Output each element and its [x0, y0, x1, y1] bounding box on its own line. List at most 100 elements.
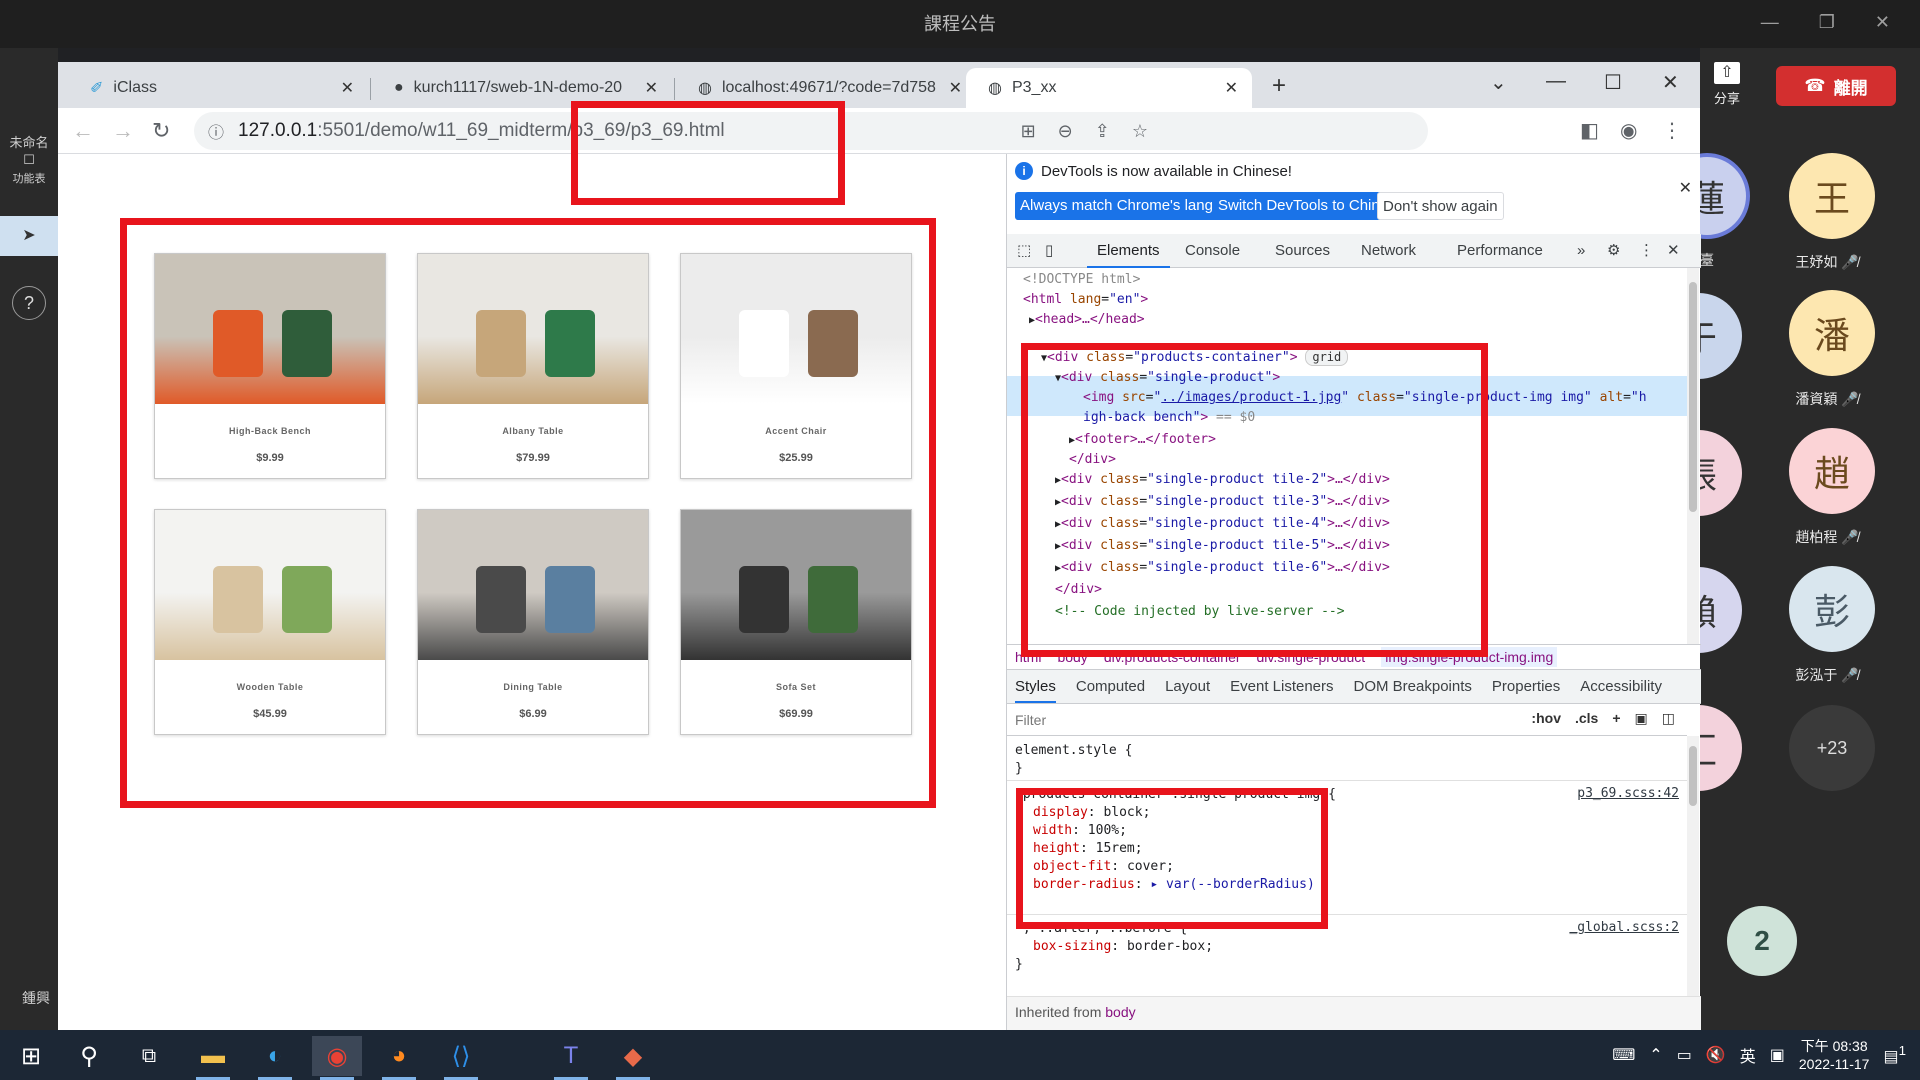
restore-button[interactable]: ❐ — [1819, 12, 1835, 33]
close-infobar-icon[interactable]: ✕ — [1679, 178, 1692, 198]
close-devtools-icon[interactable]: ✕ — [1667, 234, 1680, 268]
participant-name-4: 彭泓于 🎤̸ — [1795, 667, 1859, 683]
side-panel-icon[interactable]: ◧ — [1580, 118, 1599, 143]
cls-toggle[interactable]: .cls — [1575, 710, 1598, 727]
code-html-open[interactable]: <html lang="en"> — [1023, 290, 1148, 310]
avatar-participant-4[interactable]: 彭 — [1789, 566, 1875, 652]
color-format-icon[interactable]: ▣ — [1635, 710, 1648, 727]
participant-name-3: 趙柏程 🎤̸ — [1795, 529, 1859, 545]
dont-show-again-button[interactable]: Don't show again — [1377, 192, 1504, 220]
pointer-tool-icon[interactable]: ➤ — [0, 216, 58, 256]
new-tab-button[interactable]: + — [1272, 72, 1286, 100]
clock[interactable]: 下午 08:38 2022-11-17 — [1799, 1037, 1870, 1073]
vscode-icon[interactable]: ⟨⟩ — [436, 1036, 486, 1080]
tab-performance[interactable]: Performance — [1457, 234, 1543, 268]
toggle-sidebar-icon[interactable]: ◫ — [1662, 710, 1675, 727]
translate-icon[interactable]: ⊞ — [1021, 121, 1036, 142]
styles-scrollbar[interactable] — [1687, 736, 1699, 996]
task-view-icon[interactable]: ⧉ — [124, 1036, 174, 1076]
rail-tool-icon[interactable]: ☐ — [0, 152, 58, 168]
info-icon: i — [1015, 162, 1033, 180]
styles-filter-input[interactable]: Filter — [1015, 712, 1046, 728]
notification-icon[interactable]: ▤1 — [1883, 1043, 1906, 1066]
ime-indicator[interactable]: 英 — [1740, 1043, 1756, 1067]
chrome-icon[interactable]: ◉ — [312, 1036, 362, 1080]
maximize-button[interactable]: ☐ — [1604, 70, 1622, 95]
mic-muted-icon: 🎤̸ — [1841, 254, 1859, 270]
element-style-selector[interactable]: element.style { — [1015, 742, 1132, 760]
close-icon[interactable]: ✕ — [341, 78, 354, 98]
tab-event-listeners[interactable]: Event Listeners — [1230, 678, 1333, 695]
tab-layout[interactable]: Layout — [1165, 678, 1210, 695]
forward-icon[interactable]: → — [112, 118, 134, 144]
keyboard-icon[interactable]: ⌨ — [1612, 1045, 1635, 1065]
share-page-icon[interactable]: ⇪ — [1095, 121, 1110, 142]
leave-button[interactable]: ☎ 離開 — [1776, 66, 1896, 106]
css-property[interactable]: box-sizing: border-box; — [1033, 938, 1213, 956]
omnibox-actions: ⊞ ⊖ ⇪ ☆ — [1021, 112, 1148, 150]
kebab-menu-icon[interactable]: ⋮ — [1662, 118, 1682, 143]
firefox-icon[interactable]: ◕ — [374, 1036, 424, 1080]
tab-network[interactable]: Network — [1361, 234, 1416, 268]
code-head-node[interactable]: ▶<head>…</head> — [1029, 310, 1145, 330]
tab-iclass[interactable]: ✐ iClass ✕ — [68, 68, 368, 108]
teams-icon[interactable]: T — [546, 1036, 596, 1080]
search-icon[interactable]: ⚲ — [64, 1036, 114, 1076]
avatar-participant-2[interactable]: 潘 — [1789, 290, 1875, 376]
global-source-link[interactable]: _global.scss:2 — [1569, 920, 1679, 935]
help-icon[interactable]: ? — [0, 286, 58, 320]
tab-computed[interactable]: Computed — [1076, 678, 1145, 695]
minimize-button[interactable]: — — [1546, 70, 1566, 93]
tab-elements[interactable]: Elements — [1087, 234, 1170, 268]
tab-properties[interactable]: Properties — [1492, 678, 1560, 695]
info-icon[interactable]: ⓘ — [208, 119, 224, 143]
zoom-icon[interactable]: ⊖ — [1058, 121, 1073, 142]
avatar-participant-1[interactable]: 王 — [1789, 153, 1875, 239]
tab-styles[interactable]: Styles — [1015, 678, 1056, 703]
close-icon[interactable]: ✕ — [1225, 78, 1238, 98]
close-icon[interactable]: ✕ — [949, 78, 962, 98]
tab-sources[interactable]: Sources — [1275, 234, 1330, 268]
back-icon[interactable]: ← — [72, 118, 94, 144]
meeting-window-title: 課程公告 — [0, 0, 1920, 48]
ime-mode-icon[interactable]: ▣ — [1770, 1045, 1785, 1065]
tab-console[interactable]: Console — [1185, 234, 1240, 268]
close-window-button[interactable]: ✕ — [1662, 70, 1679, 95]
hangup-icon: ☎ — [1804, 76, 1826, 95]
network-icon[interactable]: ▭ — [1677, 1045, 1692, 1065]
tab-p3xx[interactable]: ◍ P3_xx ✕ — [966, 68, 1252, 108]
more-tabs-icon[interactable]: » — [1577, 234, 1585, 268]
edge-icon[interactable]: ◐ — [250, 1036, 300, 1080]
reload-icon[interactable]: ↻ — [152, 118, 170, 144]
elements-scrollbar[interactable] — [1687, 268, 1699, 644]
settings-gear-icon[interactable]: ⚙ — [1607, 234, 1620, 268]
red-annotation-box — [1016, 788, 1328, 929]
devtools-menu-icon[interactable]: ⋮ — [1639, 234, 1654, 268]
hov-toggle[interactable]: :hov — [1531, 710, 1561, 727]
minimize-button[interactable]: — — [1761, 12, 1779, 33]
windows-start-icon[interactable]: ⊞ — [6, 1036, 56, 1076]
add-rule-icon[interactable]: + — [1612, 710, 1620, 727]
bookmark-star-icon[interactable]: ☆ — [1132, 121, 1148, 142]
inspect-element-icon[interactable]: ⬚ — [1017, 234, 1031, 268]
rule-source-link[interactable]: p3_69.scss:42 — [1577, 786, 1679, 801]
avatar-partial-label: 臺 — [1700, 252, 1714, 268]
volume-muted-icon[interactable]: 🔇 — [1706, 1045, 1726, 1065]
tray-expand-icon[interactable]: ⌃ — [1649, 1045, 1662, 1065]
rail-function-label[interactable]: 功能表 — [0, 170, 58, 186]
red-annotation-box — [1021, 343, 1488, 657]
file-explorer-icon[interactable]: ▬ — [188, 1036, 238, 1080]
tab-dom-breakpoints[interactable]: DOM Breakpoints — [1354, 678, 1472, 695]
rail-doc-label[interactable]: 未命名 — [0, 132, 58, 151]
more-participants-button[interactable]: +23 — [1789, 705, 1875, 791]
profile-icon[interactable]: ◉ — [1620, 118, 1637, 143]
git-icon[interactable]: ◆ — [608, 1036, 658, 1080]
mic-muted-icon: 🎤̸ — [1841, 667, 1859, 683]
avatar-participant-3[interactable]: 趙 — [1789, 428, 1875, 514]
tab-accessibility[interactable]: Accessibility — [1580, 678, 1662, 695]
share-button[interactable]: ⇧ 分享 — [1703, 62, 1751, 107]
close-button[interactable]: ✕ — [1875, 12, 1890, 33]
device-toolbar-icon[interactable]: ▯ — [1045, 234, 1053, 268]
close-icon[interactable]: ✕ — [645, 78, 658, 98]
tab-search-icon[interactable]: ⌄ — [1490, 70, 1507, 95]
